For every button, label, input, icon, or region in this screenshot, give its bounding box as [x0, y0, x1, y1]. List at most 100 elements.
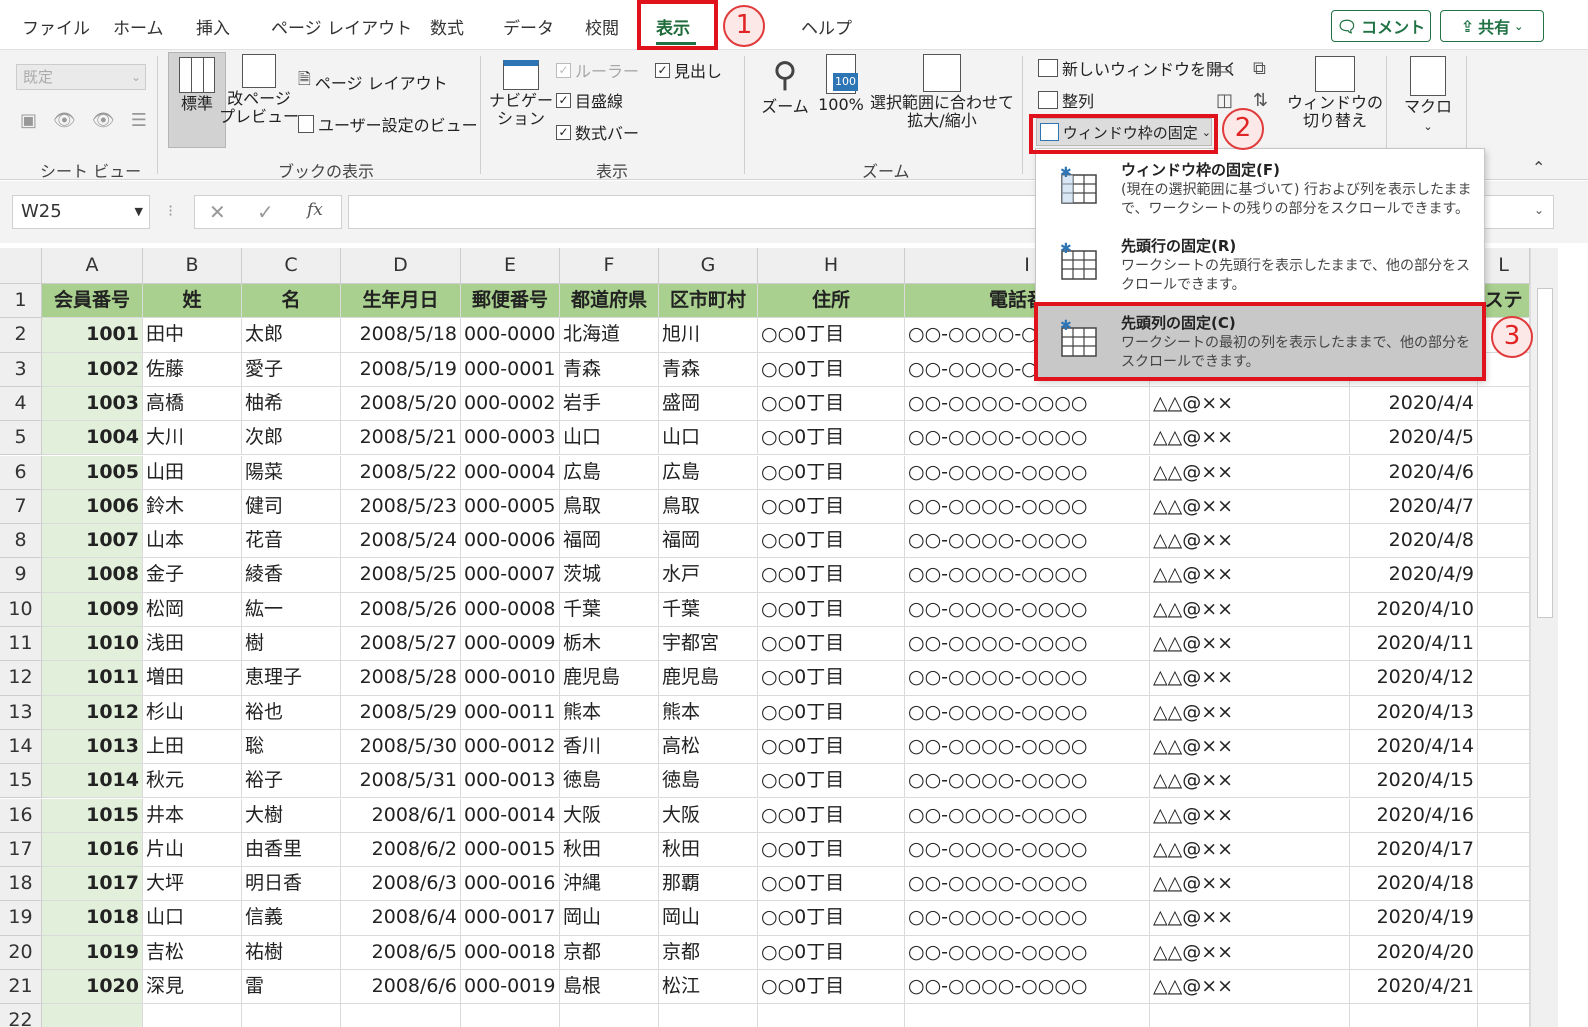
- table-cell[interactable]: ○○-○○○○-○○○○: [905, 970, 1150, 1005]
- switch-windows-button[interactable]: ウィンドウの 切り替え: [1287, 56, 1383, 130]
- table-cell[interactable]: ○○-○○○○-○○○○: [905, 661, 1150, 696]
- save-view-icon[interactable]: ▣: [20, 110, 37, 131]
- table-cell[interactable]: 熊本: [560, 695, 659, 730]
- table-cell[interactable]: 雷: [242, 970, 341, 1005]
- table-cell[interactable]: 2008/5/25: [341, 558, 461, 593]
- collapse-ribbon-icon[interactable]: ⌃: [1532, 158, 1545, 177]
- header-cell[interactable]: 会員番号: [42, 284, 143, 319]
- table-cell[interactable]: [659, 1004, 758, 1027]
- table-cell[interactable]: 松江: [659, 970, 758, 1005]
- table-cell[interactable]: 2020/4/5: [1350, 421, 1478, 456]
- table-cell[interactable]: 2020/4/21: [1350, 970, 1478, 1005]
- table-cell[interactable]: 那覇: [659, 867, 758, 902]
- table-cell[interactable]: △△@××: [1150, 901, 1350, 936]
- tab-2[interactable]: 挿入: [196, 14, 230, 39]
- row-header[interactable]: 6: [0, 455, 42, 490]
- table-cell[interactable]: 000-0000: [461, 318, 560, 353]
- new-view-icon[interactable]: 👁: [92, 110, 115, 131]
- table-cell[interactable]: 2020/4/6: [1350, 455, 1478, 490]
- table-cell[interactable]: 000-0016: [461, 867, 560, 902]
- table-cell[interactable]: ○○0丁目: [758, 935, 905, 970]
- table-cell[interactable]: 杉山: [143, 695, 242, 730]
- table-cell[interactable]: 旭川: [659, 318, 758, 353]
- member-id-cell[interactable]: 1007: [42, 524, 143, 559]
- table-cell[interactable]: 裕子: [242, 764, 341, 799]
- table-cell[interactable]: 紘一: [242, 592, 341, 627]
- table-cell[interactable]: 聡: [242, 729, 341, 765]
- member-id-cell[interactable]: 1004: [42, 421, 143, 456]
- table-cell[interactable]: 福岡: [560, 524, 659, 559]
- row-header[interactable]: 7: [0, 489, 42, 525]
- table-cell[interactable]: 信義: [242, 901, 341, 936]
- hide-icon[interactable]: ◫: [1216, 90, 1233, 111]
- table-cell[interactable]: 茨城: [560, 558, 659, 593]
- table-cell[interactable]: ○○0丁目: [758, 592, 905, 627]
- table-cell[interactable]: ○○0丁目: [758, 729, 905, 765]
- table-cell[interactable]: △△@××: [1150, 558, 1350, 593]
- member-id-cell[interactable]: 1011: [42, 661, 143, 696]
- row-header[interactable]: 10: [0, 592, 42, 627]
- split-icon[interactable]: ▭: [1216, 58, 1233, 79]
- table-cell[interactable]: △△@××: [1150, 798, 1350, 833]
- member-id-cell[interactable]: 1001: [42, 318, 143, 353]
- row-header[interactable]: 21: [0, 970, 42, 1005]
- vertical-scrollbar[interactable]: [1530, 248, 1558, 1027]
- table-cell[interactable]: 岡山: [560, 901, 659, 936]
- table-cell[interactable]: 青森: [560, 352, 659, 387]
- table-cell[interactable]: 2020/4/4: [1350, 386, 1478, 422]
- table-cell[interactable]: [1478, 970, 1530, 1005]
- comment-button[interactable]: 🗨 コメント: [1331, 10, 1431, 42]
- insert-function-icon[interactable]: fx: [307, 200, 323, 220]
- row-header[interactable]: 3: [0, 352, 42, 387]
- table-cell[interactable]: 2008/5/23: [341, 489, 461, 525]
- table-cell[interactable]: 栃木: [560, 627, 659, 662]
- table-cell[interactable]: [1478, 935, 1530, 970]
- table-cell[interactable]: 000-0015: [461, 832, 560, 868]
- table-cell[interactable]: 000-0014: [461, 798, 560, 833]
- arrange-all-button[interactable]: 整列: [1038, 88, 1094, 112]
- sync-scroll-icon[interactable]: ⇅: [1253, 90, 1268, 111]
- table-cell[interactable]: 佐藤: [143, 352, 242, 387]
- table-cell[interactable]: 2008/6/3: [341, 867, 461, 902]
- table-cell[interactable]: [1478, 695, 1530, 730]
- table-cell[interactable]: [1478, 524, 1530, 559]
- column-header-A[interactable]: A: [42, 248, 143, 284]
- table-cell[interactable]: 000-0002: [461, 386, 560, 422]
- table-cell[interactable]: 恵理子: [242, 661, 341, 696]
- member-id-cell[interactable]: 1003: [42, 386, 143, 422]
- column-header-C[interactable]: C: [242, 248, 341, 284]
- table-cell[interactable]: △△@××: [1150, 386, 1350, 422]
- table-cell[interactable]: 山田: [143, 455, 242, 490]
- table-cell[interactable]: 高橋: [143, 386, 242, 422]
- row-header[interactable]: 16: [0, 798, 42, 833]
- table-cell[interactable]: 健司: [242, 489, 341, 525]
- table-cell[interactable]: 鹿児島: [560, 661, 659, 696]
- table-cell[interactable]: ○○-○○○○-○○○○: [905, 695, 1150, 730]
- table-cell[interactable]: 2020/4/17: [1350, 832, 1478, 868]
- table-cell[interactable]: △△@××: [1150, 661, 1350, 696]
- table-cell[interactable]: 2020/4/11: [1350, 627, 1478, 662]
- table-cell[interactable]: 2008/5/31: [341, 764, 461, 799]
- member-id-cell[interactable]: 1009: [42, 592, 143, 627]
- tab-6[interactable]: 校閲: [585, 14, 619, 39]
- table-cell[interactable]: 吉松: [143, 935, 242, 970]
- table-cell[interactable]: [1478, 832, 1530, 868]
- table-cell[interactable]: 2008/5/26: [341, 592, 461, 627]
- member-id-cell[interactable]: 1008: [42, 558, 143, 593]
- table-cell[interactable]: 2008/5/30: [341, 729, 461, 765]
- table-cell[interactable]: ○○-○○○○-○○○○: [905, 867, 1150, 902]
- table-cell[interactable]: 山口: [659, 421, 758, 456]
- table-cell[interactable]: ○○0丁目: [758, 558, 905, 593]
- table-cell[interactable]: 2020/4/15: [1350, 764, 1478, 799]
- table-cell[interactable]: 000-0011: [461, 695, 560, 730]
- member-id-cell[interactable]: 1006: [42, 489, 143, 525]
- tab-0[interactable]: ファイル: [22, 14, 90, 39]
- table-cell[interactable]: 2008/6/4: [341, 901, 461, 936]
- table-cell[interactable]: 2020/4/20: [1350, 935, 1478, 970]
- table-cell[interactable]: ○○0丁目: [758, 764, 905, 799]
- header-cell[interactable]: 生年月日: [341, 284, 461, 319]
- tab-3[interactable]: ページ レイアウト: [271, 14, 412, 39]
- table-cell[interactable]: [560, 1004, 659, 1027]
- exit-view-icon[interactable]: 👁: [53, 110, 76, 131]
- table-cell[interactable]: 山口: [560, 421, 659, 456]
